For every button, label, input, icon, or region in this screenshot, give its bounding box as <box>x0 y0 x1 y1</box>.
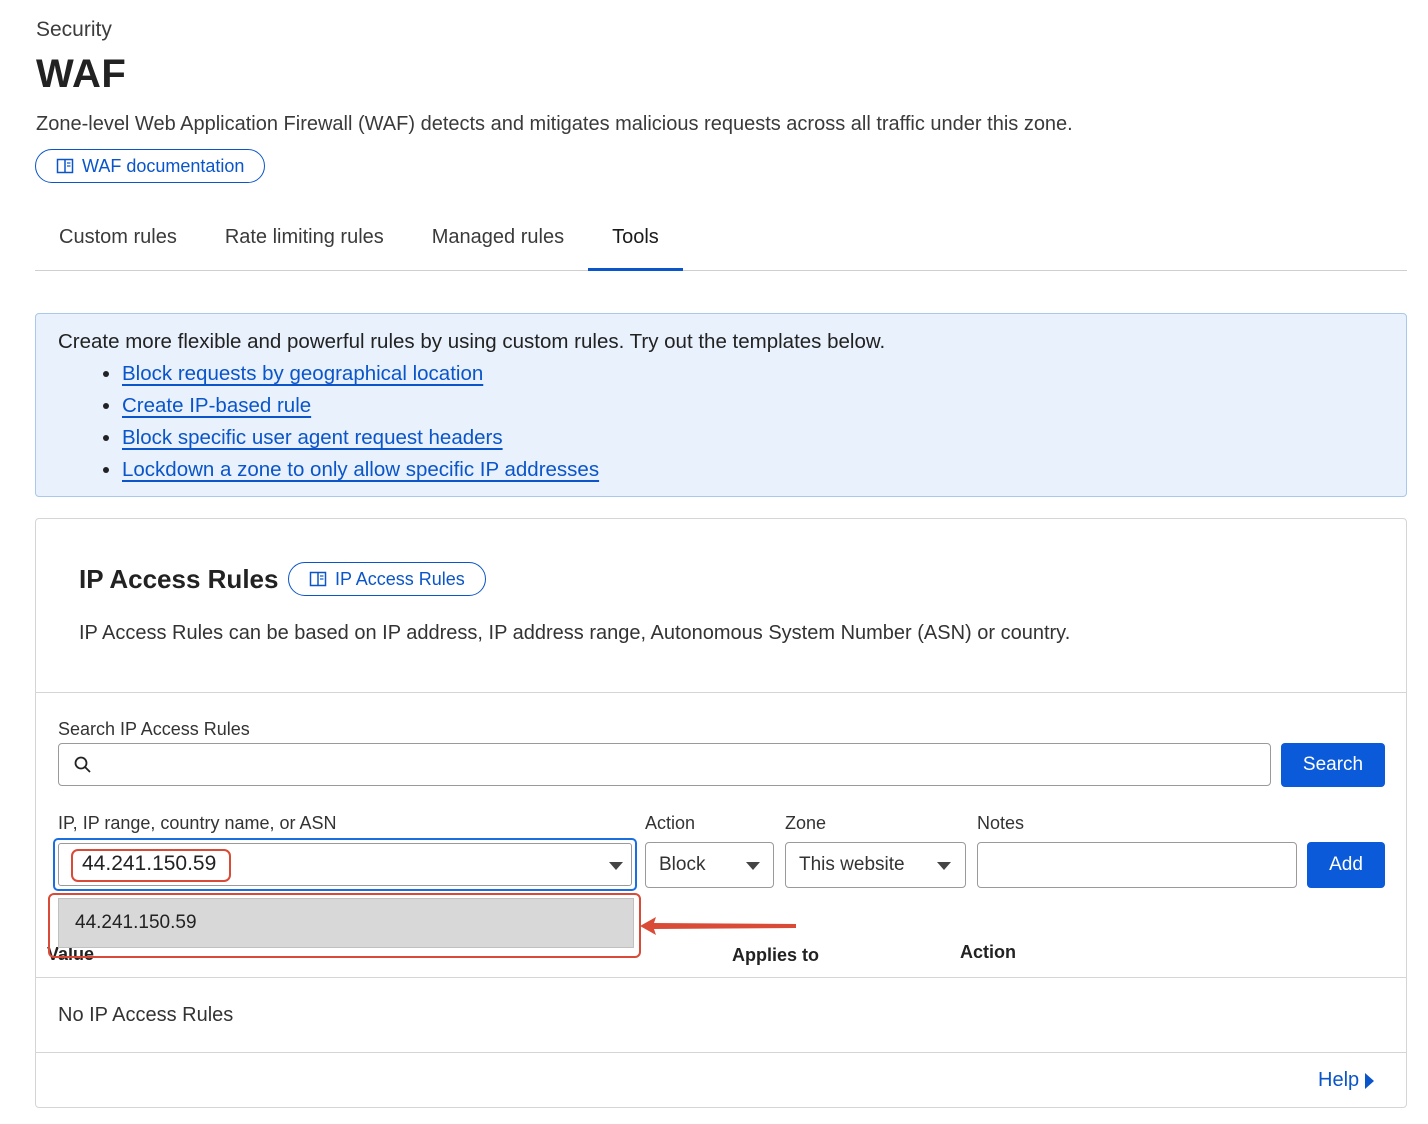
zone-select-value: This website <box>799 854 905 875</box>
tab-rate-limiting-rules[interactable]: Rate limiting rules <box>201 210 408 270</box>
ip-access-rules-doc-label: IP Access Rules <box>335 568 465 589</box>
ip-access-rules-doc-link[interactable]: IP Access Rules <box>288 562 486 596</box>
tab-custom-rules[interactable]: Custom rules <box>35 210 201 270</box>
list-item: Lockdown a zone to only allow specific I… <box>122 454 1384 486</box>
tab-managed-rules[interactable]: Managed rules <box>408 210 588 270</box>
search-icon <box>74 756 91 773</box>
chevron-down-icon[interactable] <box>937 862 951 870</box>
chevron-down-icon[interactable] <box>746 862 760 870</box>
action-select-value: Block <box>659 854 706 875</box>
waf-documentation-link[interactable]: WAF documentation <box>35 149 266 183</box>
breadcrumb: Security <box>36 18 112 41</box>
page-description: Zone-level Web Application Firewall (WAF… <box>36 113 1073 135</box>
waf-documentation-label: WAF documentation <box>82 155 245 176</box>
book-icon <box>56 158 74 174</box>
list-item: Block requests by geographical location <box>122 358 1384 390</box>
page-title: WAF <box>36 52 127 96</box>
list-item: Block specific user agent request header… <box>122 422 1384 454</box>
divider <box>36 977 1406 978</box>
tab-bar: Custom rules Rate limiting rules Managed… <box>35 210 1407 271</box>
custom-rules-info-banner: Create more flexible and powerful rules … <box>35 313 1407 497</box>
help-link-label: Help <box>1318 1069 1360 1091</box>
divider <box>36 1052 1406 1053</box>
search-button[interactable]: Search <box>1281 743 1385 787</box>
triangle-right-icon <box>1365 1072 1375 1089</box>
empty-state-text: No IP Access Rules <box>58 1004 234 1026</box>
ip-access-rules-description: IP Access Rules can be based on IP addre… <box>79 622 1071 644</box>
column-header-applies-to: Applies to <box>732 945 820 965</box>
action-field-label: Action <box>645 813 696 833</box>
notes-field-label: Notes <box>977 813 1025 833</box>
help-link[interactable]: Help <box>1318 1069 1375 1092</box>
list-item: Create IP-based rule <box>122 390 1384 422</box>
annotation-highlight-suggestion <box>48 893 641 958</box>
zone-field-label: Zone <box>785 813 827 833</box>
template-link-user-agent[interactable]: Block specific user agent request header… <box>122 426 503 449</box>
tab-tools[interactable]: Tools <box>588 210 683 271</box>
annotation-arrow <box>640 917 796 935</box>
annotation-highlight-ip <box>71 849 231 882</box>
template-link-ip-rule[interactable]: Create IP-based rule <box>122 394 311 417</box>
column-header-action: Action <box>960 942 1016 962</box>
chevron-down-icon[interactable] <box>609 862 623 870</box>
template-link-lockdown[interactable]: Lockdown a zone to only allow specific I… <box>122 458 599 481</box>
search-input[interactable] <box>58 743 1271 786</box>
search-label: Search IP Access Rules <box>58 719 250 739</box>
template-link-list: Block requests by geographical location … <box>58 358 1384 486</box>
divider <box>36 692 1406 693</box>
notes-input[interactable] <box>977 842 1297 888</box>
ip-access-rules-title: IP Access Rules <box>79 564 279 594</box>
template-link-geo-block[interactable]: Block requests by geographical location <box>122 362 483 385</box>
ip-field-label: IP, IP range, country name, or ASN <box>58 813 337 833</box>
info-intro-text: Create more flexible and powerful rules … <box>58 330 886 353</box>
add-button[interactable]: Add <box>1307 842 1385 888</box>
book-icon <box>309 571 327 587</box>
